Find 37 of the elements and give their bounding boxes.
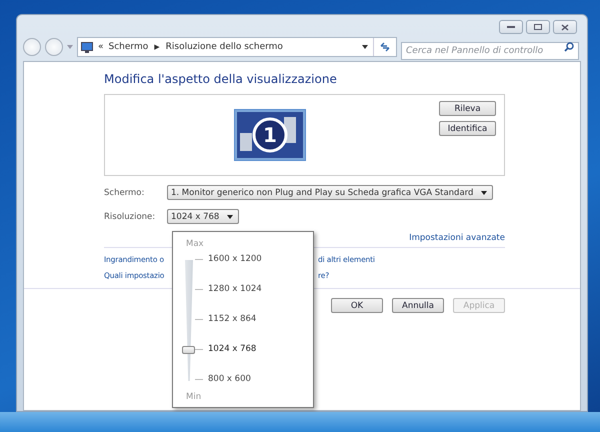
slider-track[interactable]	[185, 260, 193, 381]
maximize-button[interactable]	[526, 20, 550, 34]
resolution-option[interactable]: 800 x 600	[208, 374, 251, 384]
field-label: Risoluzione:	[104, 212, 156, 222]
monitor-icon	[81, 42, 93, 52]
min-label: Min	[186, 392, 202, 402]
close-button[interactable]	[553, 20, 577, 34]
side-button[interactable]: Identifica	[439, 121, 496, 136]
advanced-settings-link[interactable]: Impostazioni avanzate	[409, 233, 505, 243]
minimize-button[interactable]	[499, 20, 523, 34]
max-label: Max	[186, 239, 204, 249]
resolution-option[interactable]: 1024 x 768	[208, 344, 256, 354]
caret-icon	[227, 214, 234, 218]
resolution-option[interactable]: 1600 x 1200	[208, 254, 262, 264]
field-label: Schermo:	[104, 188, 146, 198]
refresh-icon	[379, 42, 391, 52]
monitor-drawing[interactable]: 1	[234, 109, 306, 161]
dialog-button[interactable]: Annulla	[392, 298, 444, 313]
dropdown[interactable]: 1024 x 768	[167, 209, 240, 224]
caret-icon[interactable]	[362, 45, 368, 49]
dropdown[interactable]: 1. Monitor generico non Plug and Play su Scheda grafica VGA Standard	[167, 185, 494, 200]
dialog-button[interactable]: OK	[331, 298, 383, 313]
slider-thumb[interactable]	[182, 346, 195, 354]
resolution-option[interactable]: 1280 x 1024	[208, 284, 262, 294]
breadcrumb[interactable]: Risoluzione dello schermo	[166, 42, 283, 52]
side-button[interactable]: Rileva	[439, 101, 496, 116]
breadcrumb[interactable]: Schermo	[108, 42, 148, 52]
chevron-icon: «	[98, 42, 104, 52]
search-field[interactable]: Cerca nel Pannello di controllo	[401, 42, 579, 60]
page-heading: Modifica l'aspetto della visualizzazione	[104, 72, 338, 86]
close-icon	[561, 24, 569, 30]
maximize-icon	[534, 24, 542, 30]
caret-icon	[481, 190, 488, 194]
search-icon	[564, 42, 574, 52]
minimize-icon	[507, 25, 515, 29]
resolution-option[interactable]: 1152 x 864	[208, 314, 256, 324]
monitor-number: 1	[263, 123, 277, 147]
